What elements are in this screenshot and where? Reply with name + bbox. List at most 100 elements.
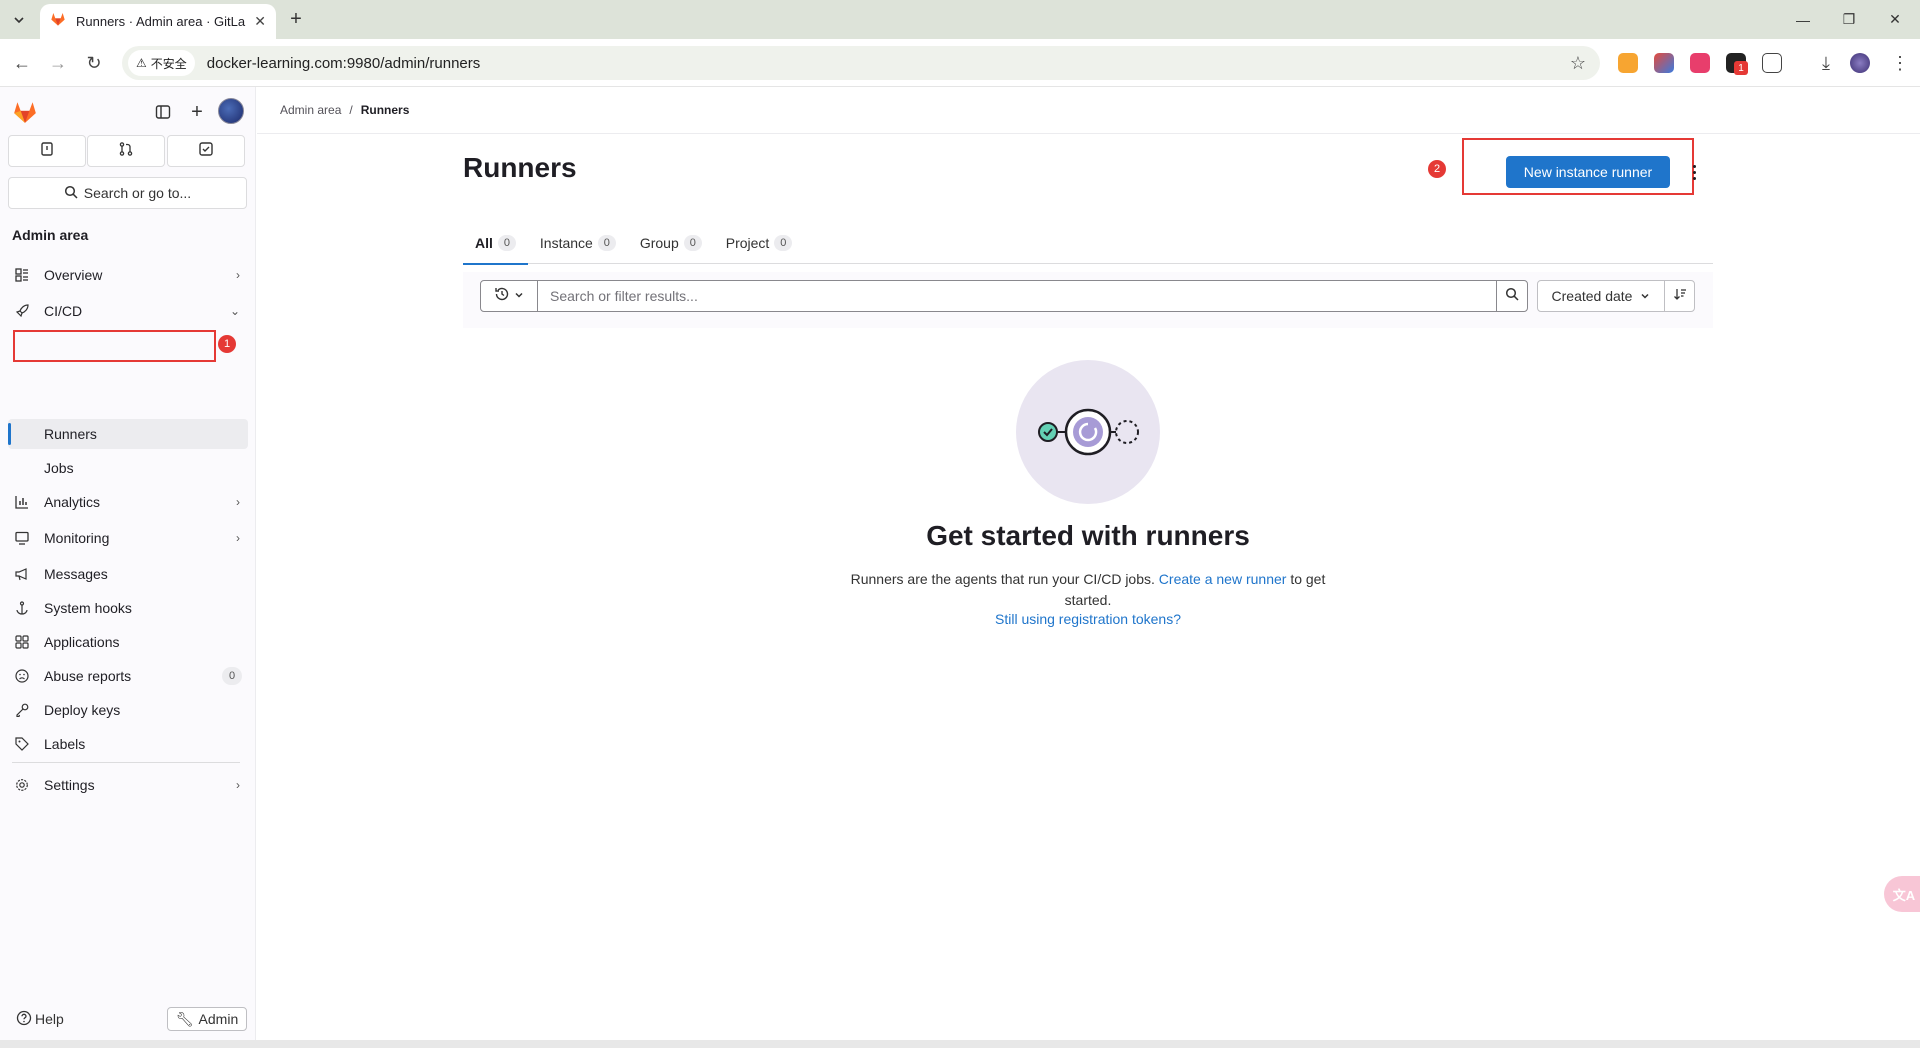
todos-button[interactable] — [167, 135, 245, 167]
megaphone-icon — [14, 566, 30, 582]
chevron-down-icon — [1640, 288, 1650, 304]
horizontal-scrollbar[interactable] — [0, 1040, 1920, 1048]
sidebar-item-jobs[interactable]: Jobs — [8, 453, 248, 483]
sidebar-item-label: Labels — [44, 736, 86, 752]
create-new-plus-icon[interactable]: + — [184, 99, 210, 125]
tab-count-badge: 0 — [497, 235, 516, 251]
merge-requests-button[interactable] — [87, 135, 165, 167]
tab-label: Group — [639, 235, 679, 251]
floating-translate-icon[interactable]: 文A — [1884, 876, 1920, 912]
user-avatar[interactable] — [218, 98, 244, 124]
browser-toolbar: ← → ↻ ⚠ 不安全 docker-learning.com:9980/adm… — [0, 39, 1920, 87]
registration-tokens-link-container: Still using registration tokens? — [800, 611, 1376, 627]
label-tag-icon — [14, 736, 30, 752]
recent-searches-button[interactable] — [480, 280, 538, 312]
merge-request-icon — [118, 141, 134, 162]
breadcrumb-admin-area[interactable]: Admin area — [280, 103, 341, 117]
sort-by-dropdown[interactable]: Created date — [1537, 280, 1665, 312]
header-divider — [257, 133, 1920, 134]
key-icon — [14, 702, 30, 718]
tab-title: Runners · Admin area · GitLab — [76, 14, 246, 29]
window-close-icon[interactable]: ✕ — [1872, 0, 1918, 39]
sidebar-item-labels[interactable]: Labels — [8, 728, 248, 760]
breadcrumb-runners[interactable]: Runners — [361, 103, 410, 117]
filter-submit-button[interactable] — [1496, 280, 1528, 312]
tab-group[interactable]: Group 0 — [628, 222, 714, 264]
sidebar-heading: Admin area — [12, 227, 89, 243]
search-icon — [64, 185, 78, 202]
warning-triangle-icon: ⚠ — [136, 56, 147, 70]
reload-icon[interactable]: ↻ — [80, 49, 108, 77]
abuse-reports-count-badge: 0 — [222, 667, 242, 685]
tab-list-chevron-icon[interactable] — [8, 9, 30, 31]
annotation-number-2: 2 — [1428, 160, 1446, 178]
sidebar-item-runners[interactable]: Runners — [8, 419, 248, 449]
filter-search-input[interactable]: Search or filter results... — [537, 280, 1497, 312]
tab-instance[interactable]: Instance 0 — [528, 222, 628, 264]
tab-project[interactable]: Project 0 — [714, 222, 805, 264]
registration-tokens-link[interactable]: Still using registration tokens? — [995, 611, 1181, 627]
browser-tab-active[interactable]: Runners · Admin area · GitLab ✕ — [40, 4, 276, 39]
sidebar-item-deploy-keys[interactable]: Deploy keys — [8, 694, 248, 726]
help-button[interactable]: Help — [16, 1007, 64, 1031]
breadcrumb: Admin area / Runners — [280, 103, 409, 117]
chevron-right-icon: › — [236, 778, 240, 792]
sidebar-item-label: Messages — [44, 566, 108, 582]
more-actions-kebab-icon[interactable] — [1688, 160, 1700, 184]
extensions-puzzle-icon[interactable] — [1762, 53, 1782, 73]
sidebar-item-label: Runners — [44, 426, 97, 442]
sort-direction-button[interactable] — [1664, 280, 1695, 312]
wrench-icon: 🔧︎ — [175, 1010, 194, 1027]
sidebar-item-label: System hooks — [44, 600, 132, 616]
profile-avatar-icon[interactable] — [1850, 53, 1870, 73]
new-tab-plus-icon[interactable]: + — [284, 8, 308, 32]
rocket-icon — [14, 303, 30, 319]
issues-button[interactable] — [8, 135, 86, 167]
download-icon[interactable]: ⤓ — [1812, 49, 1840, 77]
annotation-highlight-runners — [13, 330, 216, 362]
sidebar-item-analytics[interactable]: Analytics › — [8, 486, 248, 518]
window-minimize-icon[interactable]: — — [1780, 0, 1826, 39]
create-new-runner-link[interactable]: Create a new runner — [1159, 571, 1287, 587]
window-restore-icon[interactable]: ❐ — [1826, 0, 1872, 39]
new-instance-runner-button[interactable]: New instance runner — [1506, 156, 1670, 188]
url-text[interactable]: docker-learning.com:9980/admin/runners — [207, 55, 480, 72]
gitlab-logo-icon[interactable] — [12, 99, 38, 130]
back-arrow-icon[interactable]: ← — [8, 49, 36, 77]
extension-1-icon[interactable] — [1618, 53, 1638, 73]
tab-count-badge: 0 — [597, 235, 616, 251]
address-bar[interactable]: ⚠ 不安全 docker-learning.com:9980/admin/run… — [122, 46, 1600, 80]
forward-arrow-icon[interactable]: → — [44, 49, 72, 77]
sidebar-item-applications[interactable]: Applications — [8, 626, 248, 658]
extension-badge: 1 — [1734, 61, 1748, 75]
applications-grid-icon — [14, 634, 30, 650]
sad-face-icon — [14, 668, 30, 684]
sidebar-item-abuse-reports[interactable]: Abuse reports 0 — [8, 660, 248, 692]
help-label: Help — [35, 1011, 64, 1027]
sidebar-item-overview[interactable]: Overview › — [8, 259, 248, 291]
security-chip[interactable]: ⚠ 不安全 — [128, 50, 195, 76]
translate-extension-icon[interactable] — [1690, 53, 1710, 73]
bookmark-star-icon[interactable]: ☆ — [1570, 53, 1586, 74]
tab-close-icon[interactable]: ✕ — [254, 13, 266, 30]
extension-2-icon[interactable] — [1654, 53, 1674, 73]
sidebar-search-button[interactable]: Search or go to... — [8, 177, 247, 209]
issues-icon — [39, 141, 55, 162]
browser-tabstrip: Runners · Admin area · GitLab ✕ + — ❐ ✕ — [0, 0, 1920, 39]
runner-type-tabs: All 0 Instance 0 Group 0 Project 0 — [463, 222, 1713, 265]
sidebar-item-settings[interactable]: Settings › — [8, 769, 248, 801]
sidebar-item-messages[interactable]: Messages — [8, 558, 248, 590]
tab-all[interactable]: All 0 — [463, 222, 528, 265]
search-icon — [1505, 287, 1519, 306]
admin-button[interactable]: 🔧︎ Admin — [167, 1007, 247, 1031]
browser-menu-icon[interactable]: ⋮ — [1886, 49, 1914, 77]
chevron-right-icon: › — [236, 268, 240, 282]
sidebar-item-cicd[interactable]: CI/CD ⌄ — [8, 295, 248, 327]
sidebar-item-label: Jobs — [44, 460, 74, 476]
sidebar-item-system-hooks[interactable]: System hooks — [8, 592, 248, 624]
extension-4-icon[interactable]: 1 — [1726, 53, 1748, 75]
chevron-right-icon: › — [236, 531, 240, 545]
toggle-sidebar-icon[interactable] — [150, 99, 176, 125]
empty-desc-prefix: Runners are the agents that run your CI/… — [850, 571, 1159, 587]
sidebar-item-monitoring[interactable]: Monitoring › — [8, 522, 248, 554]
